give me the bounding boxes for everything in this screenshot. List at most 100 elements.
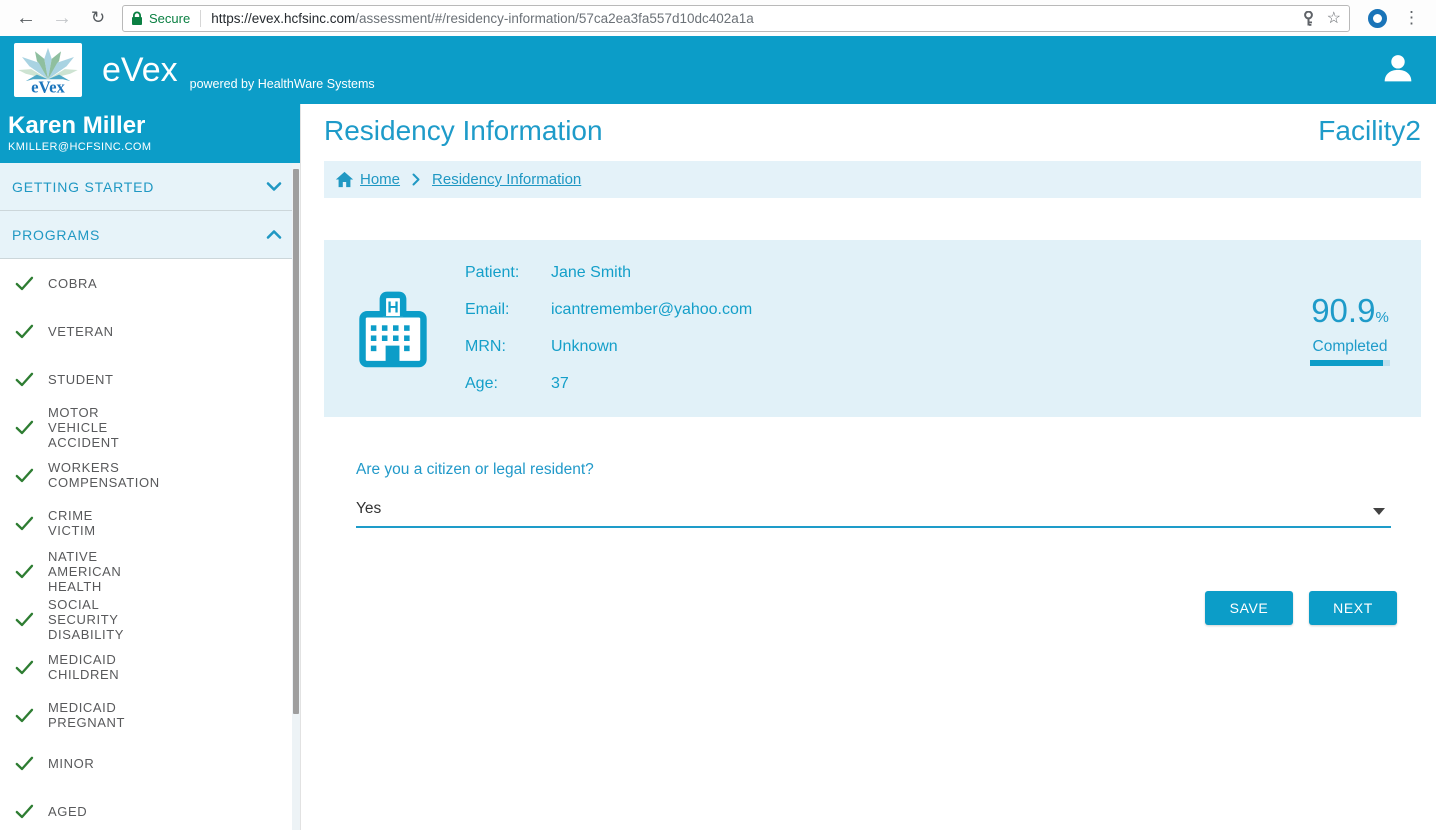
extension-icon[interactable] <box>1368 9 1387 28</box>
sidebar-section-getting-started[interactable]: GETTING STARTED <box>0 163 300 211</box>
check-icon <box>15 756 34 771</box>
sidebar-item-program[interactable]: NATIVE AMERICAN HEALTH <box>0 547 300 595</box>
app-name: eVex <box>102 51 178 90</box>
sidebar-item-program[interactable]: WORKERS COMPENSATION <box>0 451 300 499</box>
program-label: MEDICAID CHILDREN <box>48 652 134 682</box>
program-label: MOTOR VEHICLE ACCIDENT <box>48 405 134 450</box>
patient-info-row: Patient: Jane Smith <box>465 255 752 292</box>
browser-chrome: ← → ↻ Secure https://evex.hcfsinc.com/as… <box>0 0 1436 36</box>
save-button[interactable]: SAVE <box>1205 591 1293 625</box>
sidebar-item-program[interactable]: MOTOR VEHICLE ACCIDENT <box>0 403 300 451</box>
patient-info-row: Email: icantremember@yahoo.com <box>465 292 752 329</box>
logo-starburst <box>18 48 77 81</box>
url-bar[interactable]: Secure https://evex.hcfsinc.com/assessme… <box>122 5 1350 32</box>
svg-text:H: H <box>387 299 398 316</box>
progress-bar-fill <box>1310 360 1383 366</box>
app-header: eVex eVex powered by HealthWare Systems <box>0 36 1436 104</box>
program-label: NATIVE AMERICAN HEALTH <box>48 549 134 594</box>
user-email: KMILLER@HCFSINC.COM <box>8 141 292 153</box>
action-buttons: SAVE NEXT <box>324 591 1421 625</box>
program-label: SOCIAL SECURITY DISABILITY <box>48 597 134 642</box>
back-icon[interactable]: ← <box>8 0 44 36</box>
question-label: Are you a citizen or legal resident? <box>356 461 1421 479</box>
check-icon <box>15 468 34 483</box>
sidebar-item-program[interactable]: MEDICAID CHILDREN <box>0 643 300 691</box>
sidebar-item-program[interactable]: COBRA <box>0 259 300 307</box>
selected-option: Yes <box>356 500 381 518</box>
check-icon <box>15 708 34 723</box>
url-path: /assessment/#/residency-information/57ca… <box>355 11 754 26</box>
citizen-select[interactable]: Yes <box>356 500 1391 528</box>
sidebar-item-program[interactable]: SOCIAL SECURITY DISABILITY <box>0 595 300 643</box>
patient-info-value: icantremember@yahoo.com <box>551 301 752 319</box>
progress-bar <box>1310 360 1390 366</box>
patient-info-label: Email: <box>465 301 551 319</box>
check-icon <box>15 324 34 339</box>
check-icon <box>15 804 34 819</box>
sidebar-scrollbar[interactable] <box>292 163 300 830</box>
url-host: https://evex.hcfsinc.com <box>211 11 355 26</box>
sidebar-user-block: Karen Miller KMILLER@HCFSINC.COM <box>0 104 300 163</box>
reload-icon[interactable]: ↻ <box>80 0 116 36</box>
progress-label: Completed <box>1310 338 1390 356</box>
user-profile-icon[interactable] <box>1382 52 1414 89</box>
sidebar-item-program[interactable]: CRIME VICTIM <box>0 499 300 547</box>
program-label: MINOR <box>48 756 134 771</box>
forward-icon[interactable]: → <box>44 0 80 36</box>
patient-info-row: Age: 37 <box>465 366 752 403</box>
url-divider <box>200 10 201 27</box>
sidebar-item-program[interactable]: MEDICAID PREGNANT <box>0 691 300 739</box>
url-text[interactable]: https://evex.hcfsinc.com/assessment/#/re… <box>211 11 754 26</box>
breadcrumb-home-link[interactable]: Home <box>360 171 400 188</box>
next-button[interactable]: NEXT <box>1309 591 1397 625</box>
dropdown-arrow-icon <box>1373 508 1385 515</box>
scrollbar-thumb[interactable] <box>293 169 299 714</box>
app-tagline: powered by HealthWare Systems <box>190 77 375 91</box>
patient-info-row: MRN: Unknown <box>465 329 752 366</box>
hospital-icon: H <box>357 286 429 372</box>
program-label: VETERAN <box>48 324 134 339</box>
key-icon[interactable] <box>1302 11 1315 26</box>
check-icon <box>15 516 34 531</box>
check-icon <box>15 660 34 675</box>
evex-logo: eVex <box>14 43 82 97</box>
main-content: Residency Information Facility2 Home Res… <box>301 104 1436 830</box>
check-icon <box>15 564 34 579</box>
section-label: PROGRAMS <box>12 227 100 243</box>
breadcrumb-current-link[interactable]: Residency Information <box>432 171 581 188</box>
breadcrumb: Home Residency Information <box>324 161 1421 198</box>
page: ← → ↻ Secure https://evex.hcfsinc.com/as… <box>0 0 1436 830</box>
patient-info-label: Age: <box>465 375 551 393</box>
program-label: CRIME VICTIM <box>48 508 134 538</box>
bookmark-star-icon[interactable]: ☆ <box>1327 8 1341 28</box>
progress-percent: 90.9% <box>1310 294 1390 335</box>
browser-menu-icon[interactable]: ⋮ <box>1395 8 1428 28</box>
patient-info-label: Patient: <box>465 264 551 282</box>
sidebar-item-program[interactable]: MINOR <box>0 739 300 787</box>
facility-label: Facility2 <box>1318 114 1421 148</box>
sidebar-item-program[interactable]: VETERAN <box>0 307 300 355</box>
patient-info-value: 37 <box>551 375 569 393</box>
check-icon <box>15 420 34 435</box>
secure-label: Secure <box>149 11 190 26</box>
home-icon[interactable] <box>335 171 354 188</box>
sidebar-item-program[interactable]: STUDENT <box>0 355 300 403</box>
chevron-down-icon <box>266 181 282 192</box>
patient-info: Patient: Jane Smith Email: icantremember… <box>465 255 752 403</box>
completion-progress: 90.9% Completed <box>1310 294 1390 366</box>
page-title: Residency Information <box>324 114 603 148</box>
sidebar-section-programs[interactable]: PROGRAMS <box>0 211 300 259</box>
patient-info-label: MRN: <box>465 338 551 356</box>
patient-info-value: Unknown <box>551 338 618 356</box>
chevron-right-icon <box>412 173 420 186</box>
patient-info-value: Jane Smith <box>551 264 631 282</box>
percent-sign: % <box>1375 309 1388 326</box>
section-label: GETTING STARTED <box>12 179 154 195</box>
program-label: MEDICAID PREGNANT <box>48 700 134 730</box>
sidebar-item-program[interactable]: AGED <box>0 787 300 830</box>
check-icon <box>15 612 34 627</box>
program-label: STUDENT <box>48 372 134 387</box>
check-icon <box>15 276 34 291</box>
sidebar: Karen Miller KMILLER@HCFSINC.COM GETTING… <box>0 104 301 830</box>
check-icon <box>15 372 34 387</box>
